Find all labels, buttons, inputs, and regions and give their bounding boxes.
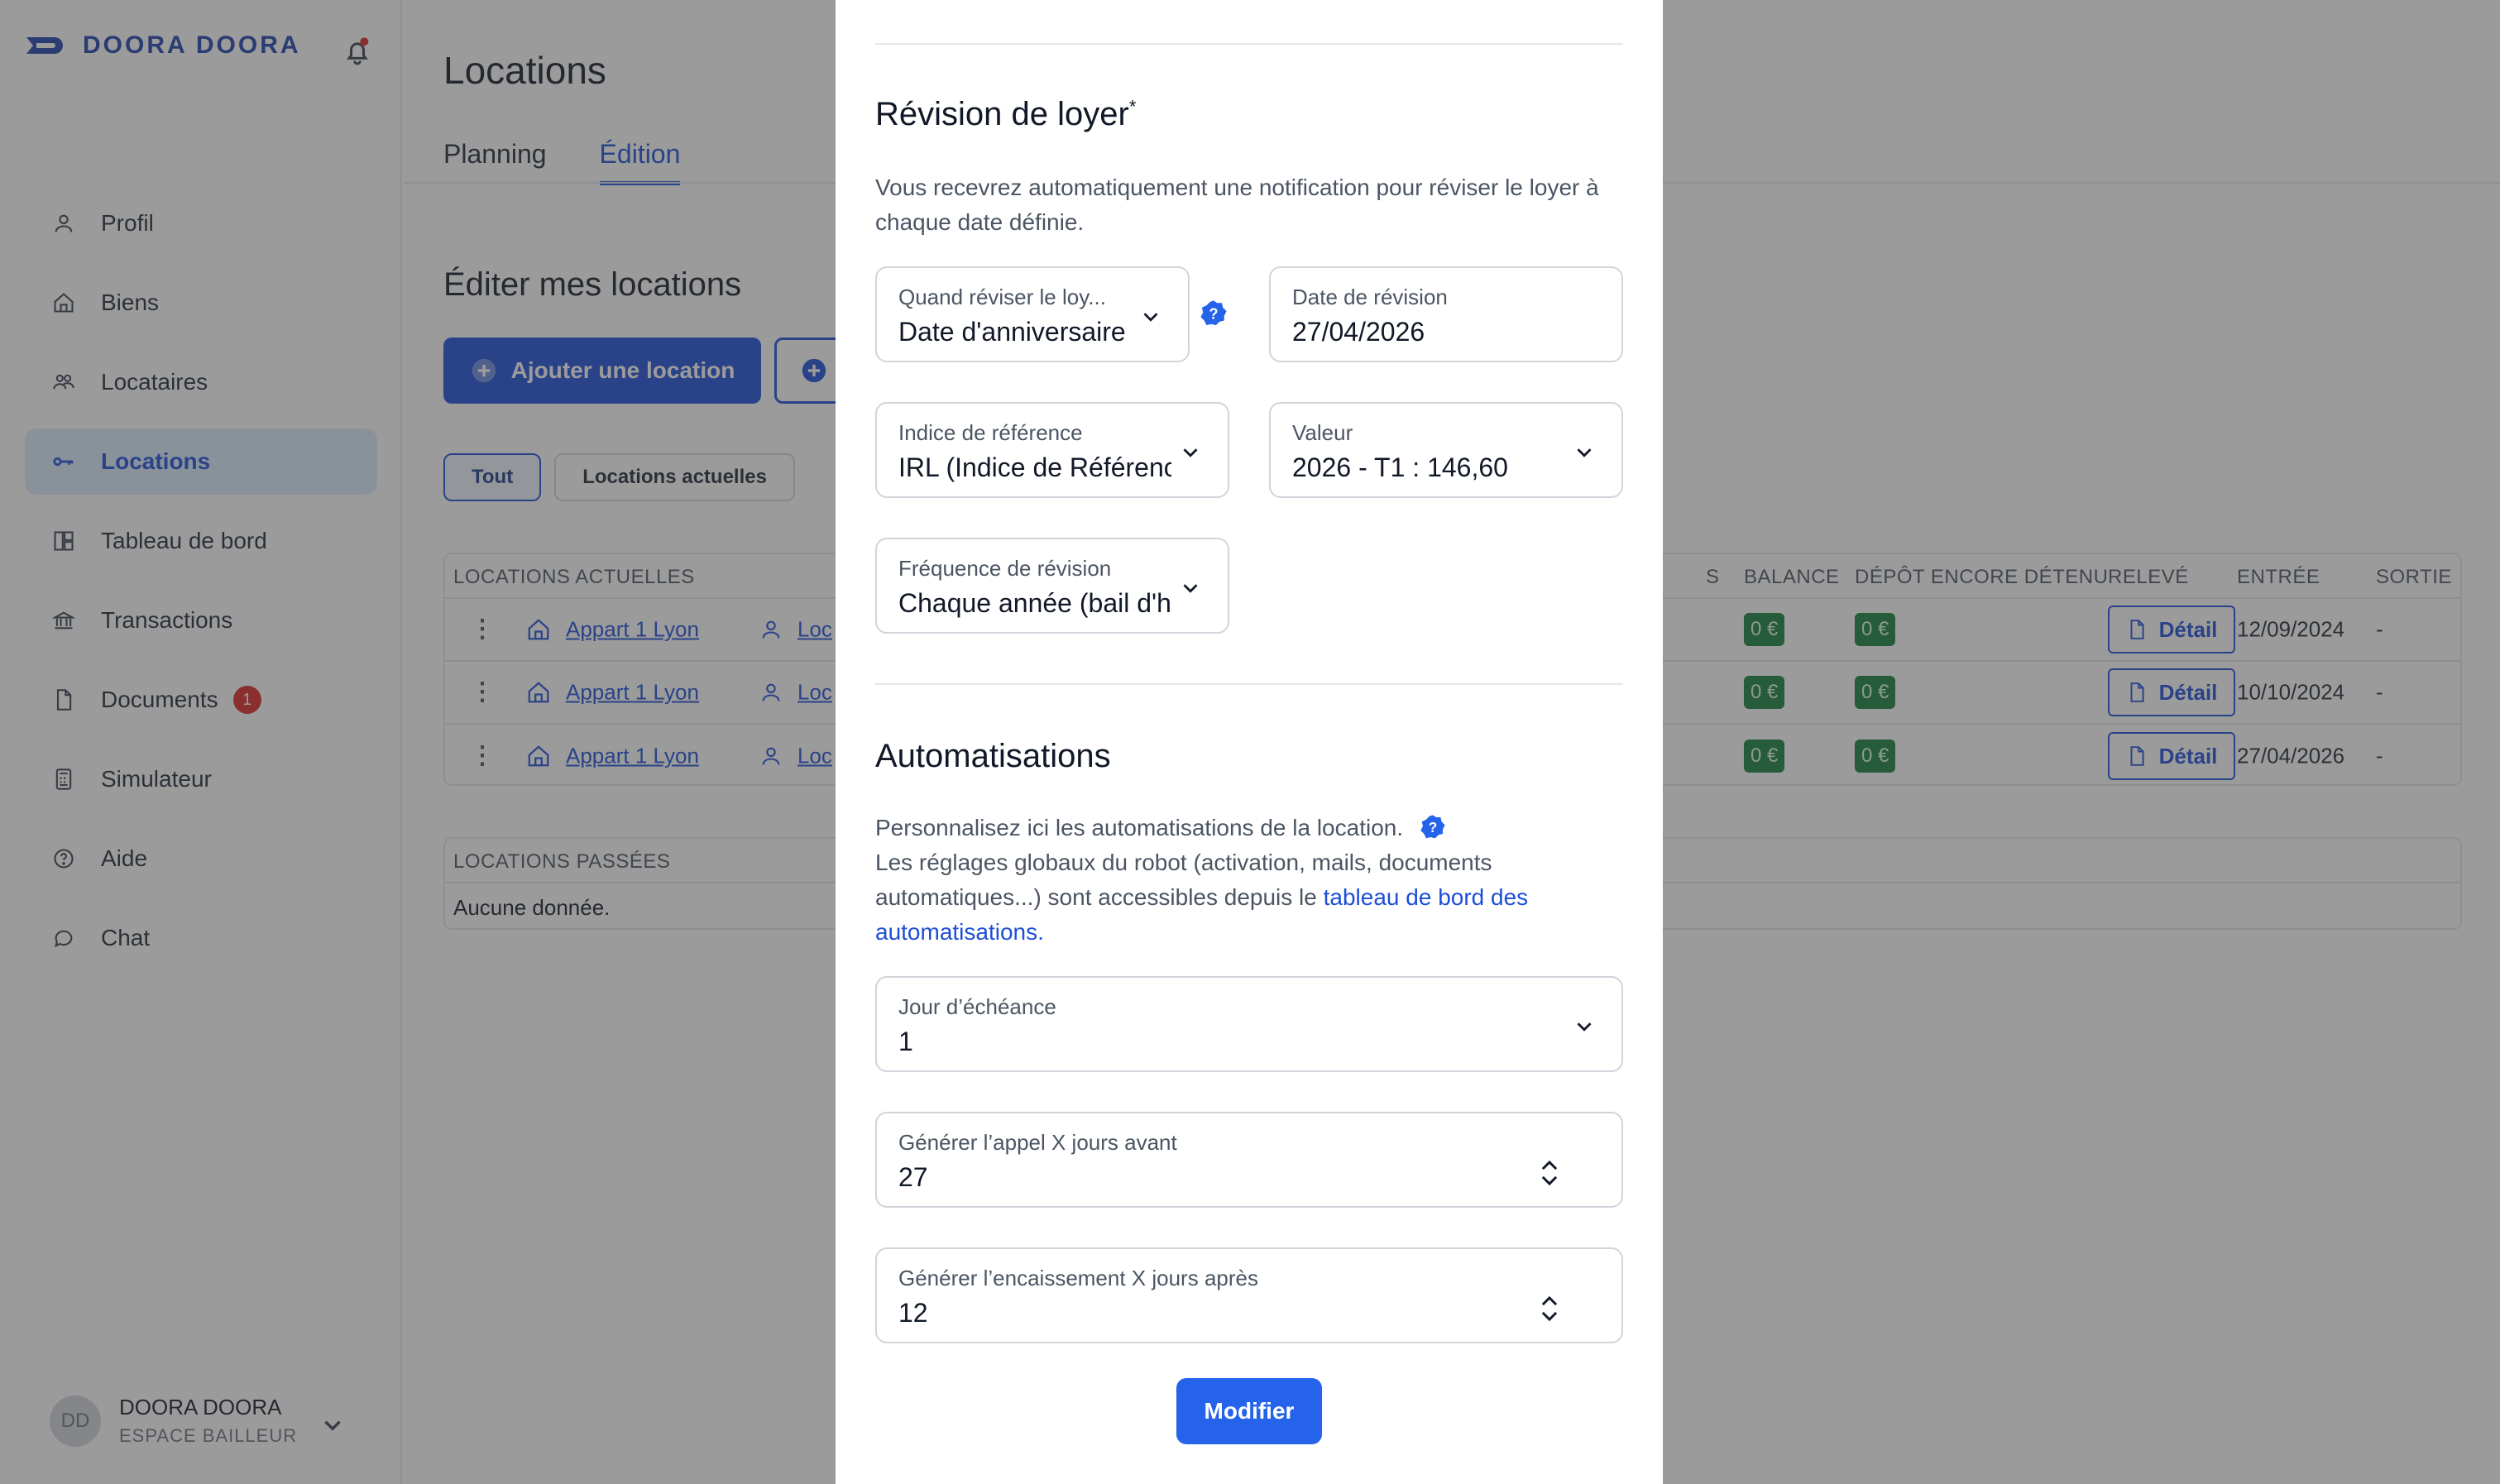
revision-frequency-select[interactable]: Fréquence de révision Chaque année (bail… (875, 538, 1229, 634)
divider (875, 683, 1623, 685)
revision-description: Vous recevrez automatiquement une notifi… (875, 175, 1599, 235)
due-day-select[interactable]: Jour d’échéance 1 (875, 976, 1623, 1072)
index-value-select[interactable]: Valeur 2026 - T1 : 146,60 (1269, 402, 1623, 498)
stepper-icon[interactable] (1539, 1292, 1560, 1325)
chevron-down-icon (1577, 1022, 1592, 1032)
help-badge-icon[interactable]: ? (1420, 814, 1446, 840)
chevron-down-icon (1577, 448, 1592, 457)
field-value: Date d'anniversaire (898, 317, 1126, 347)
field-value: 12 (898, 1298, 928, 1328)
revision-date-field[interactable]: Date de révision 27/04/2026 (1269, 266, 1623, 362)
field-label: Générer l’encaissement X jours après (898, 1266, 1258, 1290)
field-value: Chaque année (bail d'h (898, 588, 1171, 618)
field-label: Indice de référence (898, 420, 1083, 445)
field-label: Date de révision (1292, 285, 1448, 309)
help-badge-icon[interactable]: ? (1200, 299, 1228, 328)
required-mark: * (1128, 96, 1137, 117)
modifier-button[interactable]: Modifier (1176, 1378, 1322, 1444)
revision-when-select[interactable]: Quand réviser le loy... Date d'anniversa… (875, 266, 1190, 362)
automations-description-line1: Personnalisez ici les automatisations de… (875, 815, 1404, 840)
stepper-icon[interactable] (1539, 1156, 1560, 1190)
field-label: Fréquence de révision (898, 556, 1112, 581)
collection-days-after-input[interactable]: Générer l’encaissement X jours après 12 (875, 1247, 1623, 1343)
revision-title-text: Révision de loyer (875, 96, 1129, 132)
chevron-down-icon (1183, 584, 1198, 593)
field-value: 2026 - T1 : 146,60 (1292, 452, 1508, 482)
reference-index-select[interactable]: Indice de référence IRL (Indice de Référ… (875, 402, 1229, 498)
svg-text:?: ? (1209, 304, 1218, 322)
automations-description: Personnalisez ici les automatisations de… (875, 811, 1623, 950)
divider (875, 43, 1623, 45)
chevron-down-icon (1143, 313, 1158, 322)
field-label: Valeur (1292, 420, 1353, 445)
field-label: Quand réviser le loy... (898, 285, 1106, 309)
field-value: 27 (898, 1162, 928, 1192)
edit-location-modal: Révision de loyer* Vous recevrez automat… (836, 0, 1663, 1484)
field-value: 27/04/2026 (1292, 317, 1425, 347)
automations-title: Automatisations (875, 738, 1111, 774)
field-value: IRL (Indice de Référenc (898, 452, 1171, 482)
svg-text:?: ? (1429, 819, 1438, 835)
field-value: 1 (898, 1027, 913, 1056)
chevron-down-icon (1183, 448, 1198, 457)
field-label: Générer l’appel X jours avant (898, 1130, 1177, 1155)
revision-title: Révision de loyer* (875, 96, 1136, 133)
call-days-before-input[interactable]: Générer l’appel X jours avant 27 (875, 1112, 1623, 1208)
field-label: Jour d’échéance (898, 994, 1056, 1019)
